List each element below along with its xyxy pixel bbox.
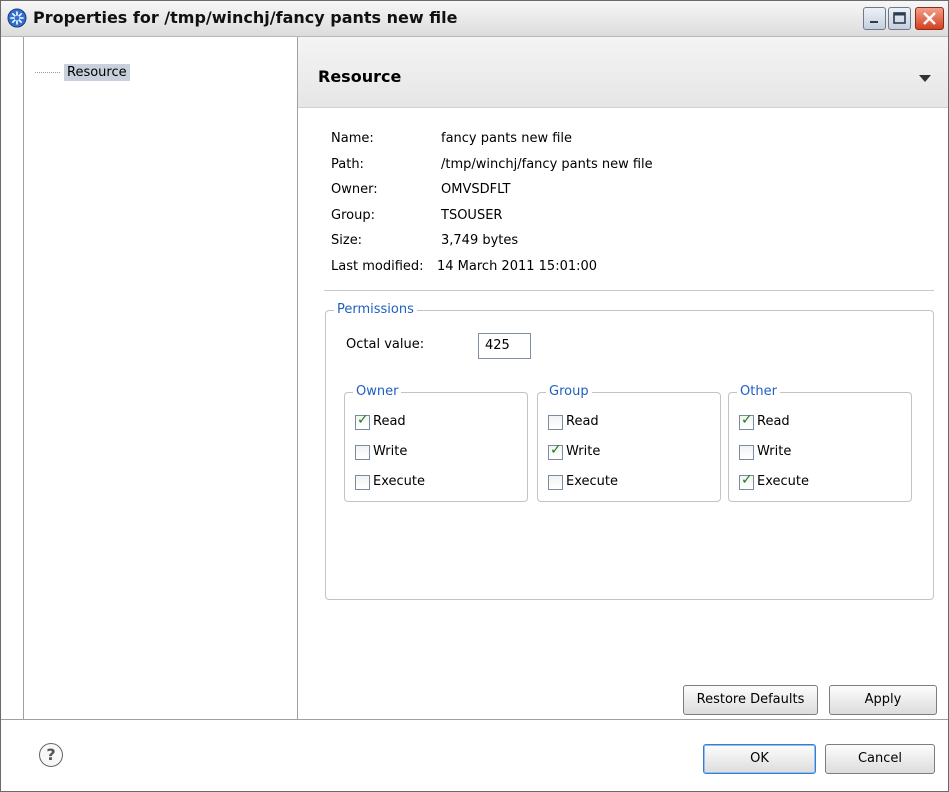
other-legend: Other [737, 384, 780, 399]
info-value: TSOUSER [441, 208, 503, 223]
checkbox-label: Write [373, 444, 408, 459]
permissions-legend: Permissions [334, 302, 417, 317]
info-label: Path: [331, 157, 364, 172]
checkbox-label: Write [757, 444, 792, 459]
other-permissions-group: Other ✓ Read Write ✓ Execute [728, 384, 912, 502]
group-permissions-group: Group Read ✓ Write Execute [537, 384, 721, 502]
info-label: Group: [331, 208, 375, 223]
checkmark-icon: ✓ [741, 412, 753, 428]
checkbox-box[interactable] [739, 445, 754, 460]
checkbox-label: Read [373, 414, 406, 429]
info-value: fancy pants new file [441, 131, 573, 146]
checkbox-label: Execute [566, 474, 618, 489]
eclipse-gear-icon [7, 8, 27, 28]
close-icon [923, 12, 936, 25]
checkbox-box[interactable] [355, 445, 370, 460]
minimize-button[interactable] [863, 7, 886, 30]
checkbox-label: Read [566, 414, 599, 429]
checkbox-box[interactable]: ✓ [739, 412, 754, 430]
help-icon[interactable]: ? [39, 743, 63, 767]
close-button[interactable] [915, 7, 944, 30]
info-value: OMVSDFLT [441, 182, 511, 197]
checkbox-label: Read [757, 414, 790, 429]
info-value: 3,749 bytes [441, 233, 519, 248]
checkbox-label: Write [566, 444, 601, 459]
maximize-button[interactable] [888, 7, 911, 30]
checkbox-box[interactable] [355, 475, 370, 490]
checkbox-label: Execute [373, 474, 425, 489]
info-value: 14 March 2011 15:01:00 [437, 259, 598, 274]
info-label: Owner: [331, 182, 378, 197]
page-title: Resource [318, 67, 402, 86]
ok-button[interactable]: OK [703, 744, 816, 774]
checkbox-box[interactable]: ✓ [739, 472, 754, 490]
page-header: Resource [298, 37, 948, 108]
group-legend: Group [546, 384, 592, 399]
owner-permissions-group: Owner ✓ Read Write Execute [344, 384, 528, 502]
checkbox-label: Execute [757, 474, 809, 489]
footer-separator [1, 719, 948, 720]
property-page-tree[interactable]: Resource [23, 37, 298, 719]
page-menu-dropdown-icon[interactable] [919, 75, 931, 82]
info-value: /tmp/winchj/fancy pants new file [441, 157, 653, 172]
restore-defaults-button[interactable]: Restore Defaults [683, 685, 818, 715]
octal-value-input[interactable]: 425 [478, 333, 531, 359]
info-label: Last modified: [331, 259, 424, 274]
info-label: Name: [331, 131, 374, 146]
apply-button[interactable]: Apply [829, 685, 937, 715]
owner-legend: Owner [353, 384, 402, 399]
maximize-icon [893, 12, 906, 24]
separator [324, 290, 934, 291]
window-title: Properties for /tmp/winchj/fancy pants n… [33, 8, 458, 27]
checkbox-box[interactable]: ✓ [355, 412, 370, 430]
title-bar[interactable]: Properties for /tmp/winchj/fancy pants n… [1, 1, 948, 37]
cancel-button[interactable]: Cancel [825, 744, 935, 774]
properties-dialog: Properties for /tmp/winchj/fancy pants n… [0, 0, 949, 792]
checkbox-box[interactable]: ✓ [548, 442, 563, 460]
checkmark-icon: ✓ [550, 442, 562, 458]
checkbox-box[interactable] [548, 415, 563, 430]
checkmark-icon: ✓ [741, 472, 753, 488]
checkbox-box[interactable] [548, 475, 563, 490]
tree-item-resource[interactable]: Resource [64, 64, 130, 81]
checkmark-icon: ✓ [357, 412, 369, 428]
tree-connector [35, 72, 60, 73]
info-label: Size: [331, 233, 363, 248]
resource-page: Resource Name: fancy pants new file Path… [298, 37, 948, 719]
octal-value-label: Octal value: [346, 337, 425, 352]
minimize-icon [870, 21, 878, 23]
